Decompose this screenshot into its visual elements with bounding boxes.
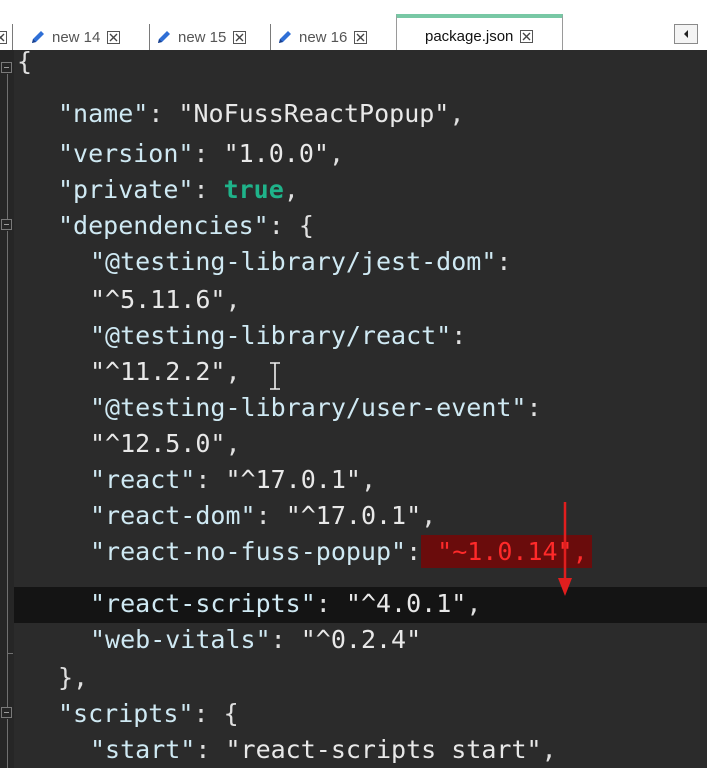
json-colon: : xyxy=(255,501,286,530)
json-colon: : xyxy=(270,625,301,654)
json-key: "react-scripts" xyxy=(90,589,316,618)
code-editor[interactable]: { "name": "NoFussReactPopup", "version":… xyxy=(0,47,707,768)
json-brace: { xyxy=(223,699,239,728)
json-comma: , xyxy=(360,465,376,494)
code-brace: { xyxy=(17,47,33,76)
json-colon: : xyxy=(195,465,226,494)
json-key: "@testing-library/user-event" xyxy=(90,393,527,422)
annotation-arrow-icon xyxy=(558,502,572,596)
json-value: "^0.2.4" xyxy=(300,625,422,654)
pencil-icon xyxy=(32,31,44,43)
json-colon: : xyxy=(526,393,542,422)
json-colon: : xyxy=(268,211,299,240)
code-line: "name": "NoFussReactPopup", xyxy=(0,96,707,132)
code-line: "react-dom": "^17.0.1", xyxy=(0,498,707,534)
json-colon: : xyxy=(406,537,422,566)
code-line: "scripts": { xyxy=(0,696,707,732)
json-colon: : xyxy=(148,99,179,128)
arrow-left-icon xyxy=(684,30,688,38)
json-key: "web-vitals" xyxy=(90,625,271,654)
json-colon: : xyxy=(193,139,224,168)
json-key: "react" xyxy=(90,465,196,494)
json-key: "dependencies" xyxy=(58,211,269,240)
close-icon[interactable] xyxy=(107,30,121,44)
code-line: "private": true, xyxy=(0,172,707,208)
json-comma: , xyxy=(541,735,557,764)
close-icon[interactable] xyxy=(520,29,534,43)
code-line: }, xyxy=(0,660,707,696)
json-comma: , xyxy=(225,285,241,314)
json-comma: , xyxy=(421,501,437,530)
code-line: "^12.5.0", xyxy=(0,426,707,462)
json-key: "version" xyxy=(58,139,194,168)
json-comma: , xyxy=(225,357,241,386)
json-colon: : xyxy=(496,247,512,276)
json-brace: { xyxy=(298,211,314,240)
json-comma: , xyxy=(283,175,299,204)
json-value: "^17.0.1" xyxy=(285,501,422,530)
code-line: { xyxy=(0,44,707,80)
text-cursor-icon xyxy=(270,362,280,390)
json-key: "private" xyxy=(58,175,194,204)
json-key: "react-no-fuss-popup" xyxy=(90,537,407,566)
json-comma: , xyxy=(466,589,482,618)
code-line: "@testing-library/jest-dom": xyxy=(0,244,707,280)
json-colon: : xyxy=(451,321,467,350)
editor-window: new 14 new 15 new 16 package.json {"nam… xyxy=(0,0,707,768)
json-value: "^5.11.6" xyxy=(90,285,226,314)
json-value: "NoFussReactPopup" xyxy=(178,99,450,128)
tab-label: new 16 xyxy=(299,28,348,46)
code-line: "dependencies": { xyxy=(0,208,707,244)
code-line: "web-vitals": "^0.2.4" xyxy=(0,622,707,658)
json-value: "^4.0.1" xyxy=(345,589,467,618)
code-line: "@testing-library/user-event": xyxy=(0,390,707,426)
json-comma: , xyxy=(225,429,241,458)
tab-bar: new 14 new 15 new 16 package.json xyxy=(0,0,707,50)
json-value: "^12.5.0" xyxy=(90,429,226,458)
json-comma: , xyxy=(449,99,465,128)
close-icon[interactable] xyxy=(233,30,247,44)
json-value: "react-scripts start" xyxy=(225,735,542,764)
code-line: "version": "1.0.0", xyxy=(0,136,707,172)
json-colon: : xyxy=(315,589,346,618)
json-key: "name" xyxy=(58,99,149,128)
code-line: "^5.11.6", xyxy=(0,282,707,318)
json-key: "@testing-library/react" xyxy=(90,321,452,350)
json-key: "@testing-library/jest-dom" xyxy=(90,247,497,276)
pencil-icon xyxy=(279,31,291,43)
json-colon: : xyxy=(193,699,224,728)
tab-label: new 15 xyxy=(178,28,227,46)
code-line: "start": "react-scripts start", xyxy=(0,732,707,768)
json-comma: , xyxy=(328,139,344,168)
code-line: "react": "^17.0.1", xyxy=(0,462,707,498)
json-boolean: true xyxy=(223,175,284,204)
code-line: "@testing-library/react": xyxy=(0,318,707,354)
pencil-icon xyxy=(158,31,170,43)
tab-label: package.json xyxy=(425,27,514,45)
json-colon: : xyxy=(195,735,226,764)
code-line: "react-scripts": "^4.0.1", xyxy=(0,586,707,622)
close-icon[interactable] xyxy=(0,30,7,44)
tab-scroll-left-button[interactable] xyxy=(674,24,698,44)
close-icon[interactable] xyxy=(354,30,368,44)
json-colon: : xyxy=(193,175,224,204)
code-line: "^11.2.2", xyxy=(0,354,707,390)
json-brace: }, xyxy=(58,663,89,692)
json-value: "^17.0.1" xyxy=(225,465,361,494)
json-key: "scripts" xyxy=(58,699,194,728)
tab-label: new 14 xyxy=(52,28,101,46)
json-value: "^11.2.2" xyxy=(90,357,226,386)
json-key: "start" xyxy=(90,735,196,764)
code-line: "react-no-fuss-popup": "~1.0.14", xyxy=(0,534,707,570)
json-key: "react-dom" xyxy=(90,501,256,530)
json-value: "1.0.0" xyxy=(223,139,329,168)
